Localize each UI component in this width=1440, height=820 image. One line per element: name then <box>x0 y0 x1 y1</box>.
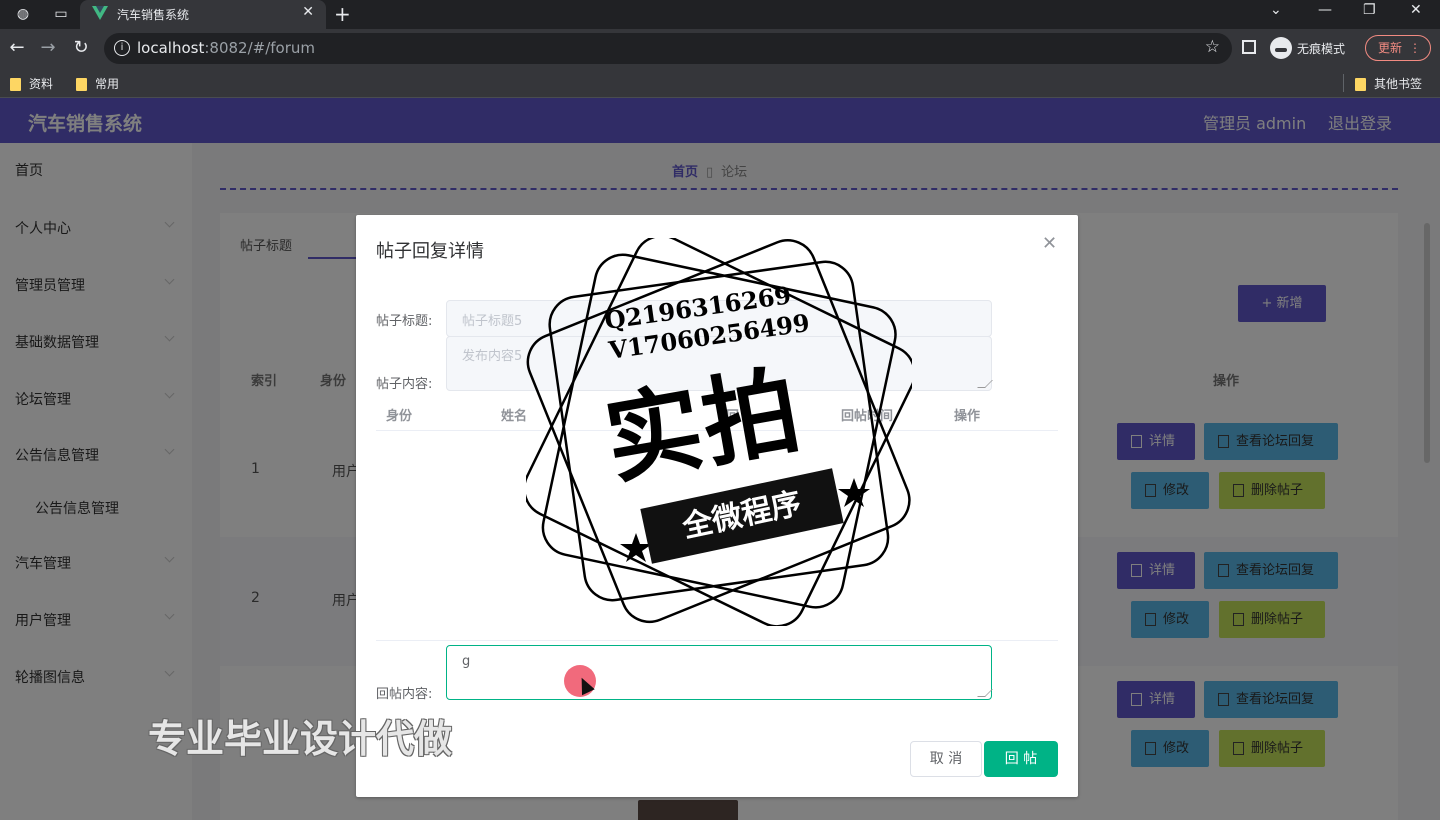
cancel-button[interactable]: 取 消 <box>910 741 982 777</box>
bookmark-folder[interactable]: 常用 <box>76 75 119 92</box>
more-menu-icon[interactable]: ⋮ <box>1409 36 1421 60</box>
restore-icon[interactable]: ❐ <box>1363 2 1376 18</box>
watermark-banner: 专业毕业设计代做 <box>148 717 453 761</box>
url-text: localhost:8082/#/forum <box>137 39 315 57</box>
submit-reply-button[interactable]: 回 帖 <box>984 741 1058 777</box>
forward-icon[interactable]: → <box>37 37 59 59</box>
post-content-label: 帖子内容: <box>376 377 433 392</box>
post-title-label: 帖子标题: <box>376 314 433 329</box>
dialog-title: 帖子回复详情 <box>376 241 484 262</box>
column-header-role: 身份 <box>386 409 413 424</box>
resize-grip-icon[interactable] <box>977 689 993 697</box>
tab-title: 汽车销售系统 <box>117 8 190 22</box>
bookmarks-divider <box>1343 74 1344 92</box>
folder-icon <box>1355 78 1366 91</box>
bookmark-star-icon[interactable]: ☆ <box>1205 37 1220 57</box>
browser-tab[interactable]: 汽车销售系统 ✕ <box>80 0 326 29</box>
side-panel-icon[interactable] <box>1242 40 1256 54</box>
reload-icon[interactable]: ↻ <box>70 37 92 59</box>
minimize-icon[interactable]: — <box>1318 2 1332 18</box>
watermark-stamp: Q2196316269 V17060256499 实拍 全微程序 <box>526 238 912 626</box>
bookmark-folder[interactable]: 资料 <box>10 75 53 92</box>
other-bookmarks[interactable]: 其他书签 <box>1355 75 1422 92</box>
browser-tab-bar: ◍ ▭ 汽车销售系统 ✕ + ⌄ — ❐ ✕ <box>0 0 1440 29</box>
column-header-actions: 操作 <box>954 409 981 424</box>
tab-search-icon[interactable]: ⌄ <box>1270 2 1282 18</box>
update-button[interactable]: 更新 ⋮ <box>1365 35 1431 61</box>
url-input[interactable]: i localhost:8082/#/forum ☆ <box>104 33 1232 64</box>
globe-icon[interactable]: ◍ <box>14 5 32 23</box>
vue-icon <box>92 6 108 20</box>
resize-grip-icon[interactable] <box>977 380 993 388</box>
tab-strip-icon[interactable]: ▭ <box>52 5 70 23</box>
close-icon[interactable]: ✕ <box>1042 233 1057 254</box>
folder-icon <box>76 78 87 91</box>
incognito-icon <box>1270 37 1292 59</box>
site-info-icon[interactable]: i <box>114 40 130 56</box>
reply-content-input[interactable]: g <box>446 645 993 700</box>
address-bar: ← → ↻ i localhost:8082/#/forum ☆ 无痕模式 更新… <box>0 29 1440 68</box>
bookmarks-bar: 资料 常用 其他书签 <box>0 68 1440 98</box>
close-tab-icon[interactable]: ✕ <box>302 4 314 20</box>
incognito-indicator[interactable]: 无痕模式 <box>1270 37 1345 61</box>
close-window-icon[interactable]: ✕ <box>1410 2 1422 18</box>
new-tab-icon[interactable]: + <box>334 2 351 26</box>
folder-icon <box>10 78 21 91</box>
column-header-name: 姓名 <box>501 409 528 424</box>
reply-content-label: 回帖内容: <box>376 687 433 702</box>
back-icon[interactable]: ← <box>6 37 28 59</box>
